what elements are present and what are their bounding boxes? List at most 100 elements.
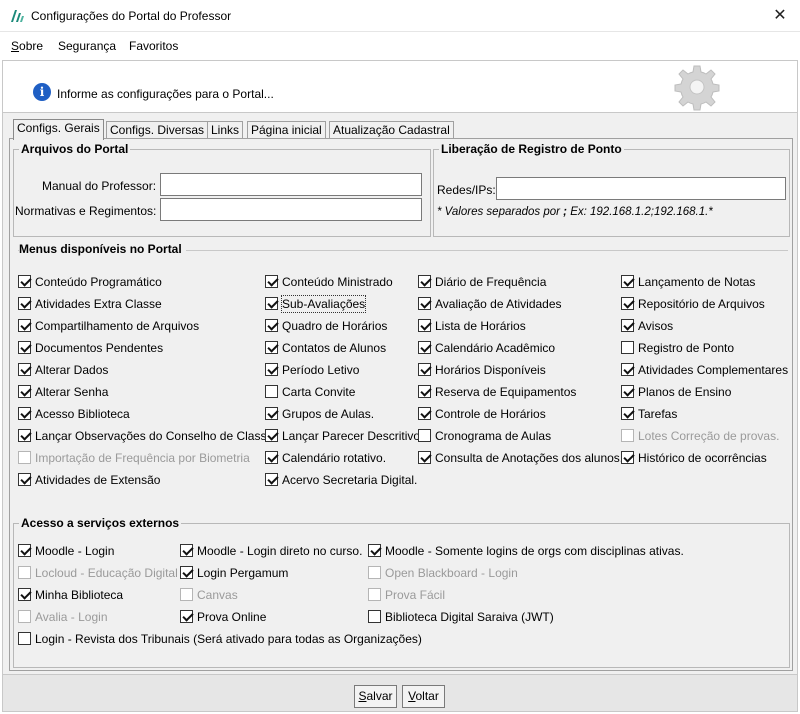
checkbox-label: Prova Online — [197, 610, 267, 624]
close-button[interactable]: ✕ — [760, 0, 800, 32]
checkbox-checked-icon[interactable] — [265, 429, 278, 442]
checkbox-label: Cronograma de Aulas — [435, 429, 552, 443]
checkbox-checked-icon[interactable] — [265, 363, 278, 376]
checkbox-checked-icon[interactable] — [418, 297, 431, 310]
checkbox-unchecked-icon[interactable] — [18, 632, 31, 645]
checkbox-label: Conteúdo Programático — [35, 275, 162, 289]
checkbox-checked-icon[interactable] — [18, 385, 31, 398]
liberacao-group: Liberação de Registro de Ponto Redes/IPs… — [433, 142, 790, 237]
checkbox-checked-icon[interactable] — [18, 297, 31, 310]
checkbox-checked-icon[interactable] — [621, 451, 634, 464]
checkbox-checked-icon[interactable] — [621, 297, 634, 310]
menu-favoritos[interactable]: Favoritos — [129, 39, 178, 53]
menus-title: Menus disponíveis no Portal — [19, 242, 186, 256]
checkbox-label: Lançar Parecer Descritivo — [282, 429, 421, 443]
checkbox-unchecked-icon[interactable] — [265, 385, 278, 398]
close-icon: ✕ — [773, 7, 787, 24]
arquivos-title: Arquivos do Portal — [19, 142, 131, 156]
checkbox-label: Acervo Secretaria Digital. — [282, 473, 418, 487]
tab-links[interactable]: Links — [207, 121, 244, 139]
redes-hint: * Valores separados por ; Ex: 192.168.1.… — [437, 206, 713, 218]
checkbox-checked-icon[interactable] — [418, 319, 431, 332]
checkbox-checked-icon[interactable] — [18, 588, 31, 601]
checkbox-checked-icon[interactable] — [418, 451, 431, 464]
checkbox-label: Lista de Horários — [435, 319, 526, 333]
checkbox-unchecked-icon — [368, 588, 381, 601]
normativas-field[interactable] — [160, 198, 422, 221]
checkbox-label: Moodle - Login — [35, 544, 115, 558]
checkbox-checked-icon[interactable] — [18, 363, 31, 376]
checkbox-checked-icon[interactable] — [621, 385, 634, 398]
checkbox-checked-icon[interactable] — [265, 473, 278, 486]
checkbox-label: Sub-Avaliações — [280, 295, 367, 313]
checkbox-checked-icon[interactable] — [621, 363, 634, 376]
save-button[interactable]: Salvar — [354, 685, 397, 708]
redes-label: Redes/IPs: — [437, 183, 496, 197]
tab-pagina-inicial[interactable]: Página inicial — [247, 121, 326, 139]
window-title: Configurações do Portal do Professor — [31, 9, 232, 23]
checkbox-unchecked-icon[interactable] — [621, 341, 634, 354]
checkbox-checked-icon[interactable] — [621, 407, 634, 420]
checkbox-checked-icon[interactable] — [418, 275, 431, 288]
checkbox-checked-icon[interactable] — [18, 275, 31, 288]
checkbox-checked-icon[interactable] — [180, 544, 193, 557]
checkbox-label: Contatos de Alunos — [282, 341, 387, 355]
checkbox-checked-icon[interactable] — [18, 319, 31, 332]
checkbox-checked-icon[interactable] — [418, 385, 431, 398]
checkbox-label: Controle de Horários — [435, 407, 546, 421]
tab-configs-diversas[interactable]: Configs. Diversas — [106, 121, 209, 139]
checkbox-label: Calendário rotativo. — [282, 451, 387, 465]
checkbox-unchecked-icon — [18, 610, 31, 623]
menu-bar: Sobre Segurança Favoritos — [0, 33, 800, 58]
tab-atualizacao-cadastral[interactable]: Atualização Cadastral — [329, 121, 454, 139]
checkbox-unchecked-icon — [18, 566, 31, 579]
checkbox-label: Histórico de ocorrências — [638, 451, 767, 465]
checkbox-label: Atividades Complementares — [638, 363, 789, 377]
checkbox-checked-icon[interactable] — [180, 566, 193, 579]
info-text: Informe as configurações para o Portal..… — [57, 87, 274, 101]
checkbox-checked-icon[interactable] — [265, 319, 278, 332]
checkbox-checked-icon[interactable] — [265, 451, 278, 464]
checkbox-checked-icon[interactable] — [180, 610, 193, 623]
checkbox-checked-icon[interactable] — [418, 407, 431, 420]
checkbox-checked-icon[interactable] — [265, 341, 278, 354]
checkbox-label: Consulta de Anotações dos alunos. — [435, 451, 624, 465]
checkbox-checked-icon[interactable] — [18, 429, 31, 442]
checkbox-checked-icon[interactable] — [368, 544, 381, 557]
externos-title: Acesso a serviços externos — [19, 516, 182, 530]
checkbox-label: Conteúdo Ministrado — [282, 275, 393, 289]
normativas-label: Normativas e Regimentos: — [15, 204, 157, 218]
back-button[interactable]: Voltar — [402, 685, 445, 708]
checkbox-label: Avaliação de Atividades — [435, 297, 562, 311]
checkbox-checked-icon[interactable] — [265, 275, 278, 288]
checkbox-label: Avalia - Login — [35, 610, 108, 624]
checkbox-label: Calendário Acadêmico — [435, 341, 556, 355]
checkbox-label: Quadro de Horários — [282, 319, 388, 333]
checkbox-label: Reserva de Equipamentos — [435, 385, 577, 399]
checkbox-unchecked-icon[interactable] — [418, 429, 431, 442]
checkbox-checked-icon[interactable] — [265, 297, 278, 310]
info-icon: i — [33, 83, 51, 101]
tab-configs-gerais[interactable]: Configs. Gerais — [13, 119, 104, 140]
checkbox-label: Atividades de Extensão — [35, 473, 161, 487]
checkbox-checked-icon[interactable] — [265, 407, 278, 420]
checkbox-label: Lotes Correção de provas. — [638, 429, 780, 443]
checkbox-label: Horários Disponíveis — [435, 363, 546, 377]
checkbox-checked-icon[interactable] — [621, 275, 634, 288]
checkbox-unchecked-icon[interactable] — [368, 610, 381, 623]
checkbox-checked-icon[interactable] — [418, 341, 431, 354]
redes-field[interactable] — [496, 177, 786, 200]
manual-field[interactable] — [160, 173, 422, 196]
checkbox-label: Diário de Frequência — [435, 275, 547, 289]
checkbox-unchecked-icon — [368, 566, 381, 579]
checkbox-checked-icon[interactable] — [418, 363, 431, 376]
checkbox-checked-icon[interactable] — [18, 341, 31, 354]
menu-seguranca[interactable]: Segurança — [58, 39, 116, 53]
menu-sobre[interactable]: Sobre — [11, 39, 43, 53]
checkbox-checked-icon[interactable] — [621, 319, 634, 332]
checkbox-checked-icon[interactable] — [18, 407, 31, 420]
checkbox-checked-icon[interactable] — [18, 544, 31, 557]
checkbox-label: Atividades Extra Classe — [35, 297, 162, 311]
checkbox-checked-icon[interactable] — [18, 473, 31, 486]
checkbox-label: Lançar Observações do Conselho de Classe — [35, 429, 274, 443]
